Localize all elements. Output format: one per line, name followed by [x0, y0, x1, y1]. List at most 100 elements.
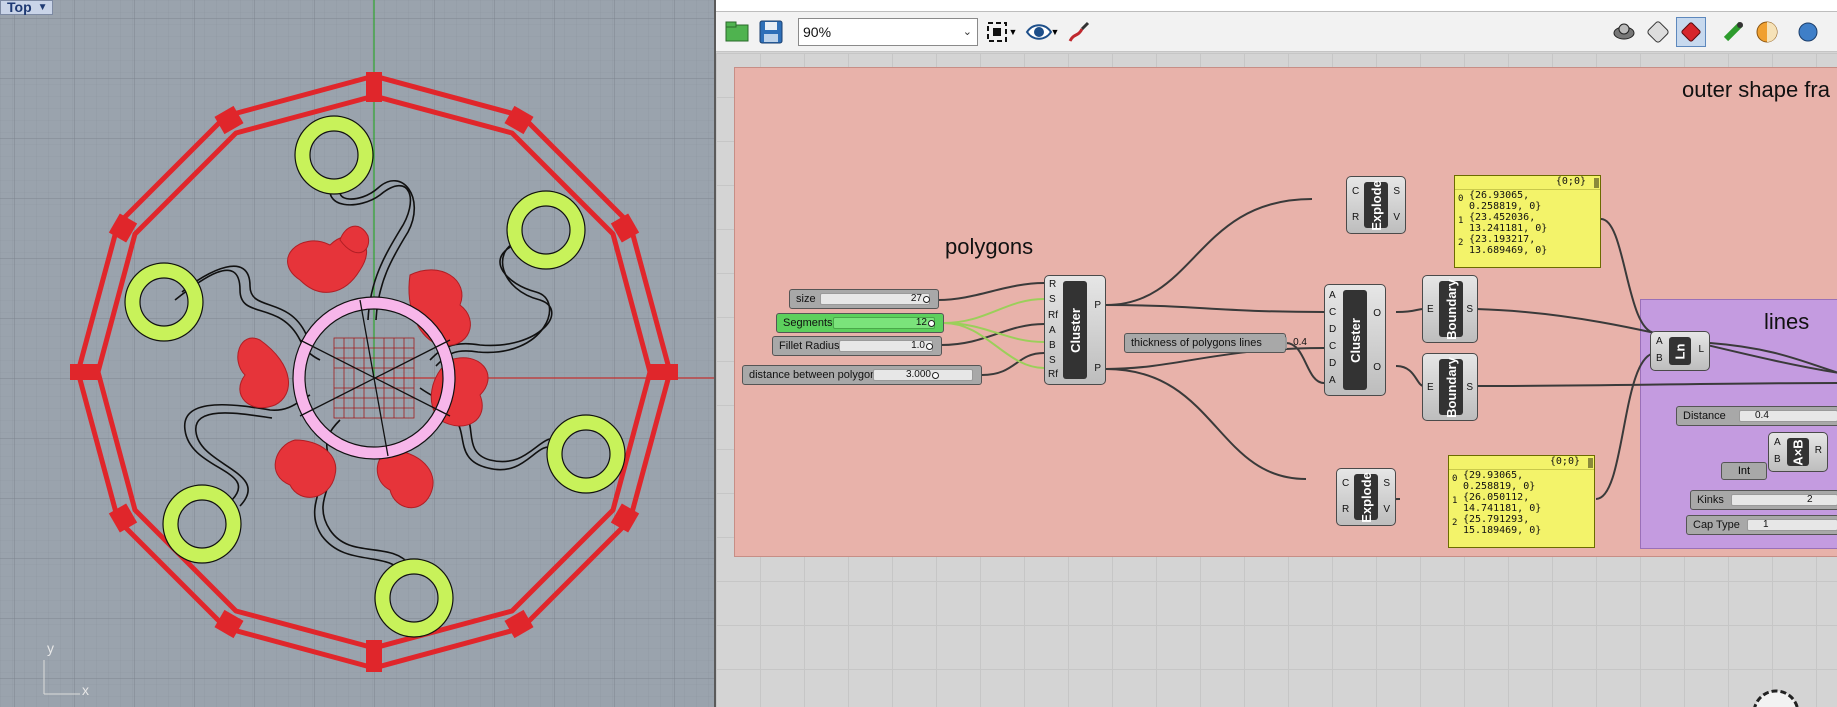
- cluster1-input-s2[interactable]: S: [1049, 356, 1056, 366]
- panel2-row-1-text: {26.050112, 14.741181, 0}: [1463, 492, 1542, 514]
- data-panel-2[interactable]: {0;0} 0 {29.93065, 0.258819, 0} 1 {26.0501…: [1448, 455, 1595, 548]
- gh-toolbar: 90% ⌄ ▼ ▼: [716, 12, 1837, 52]
- cross-input-b[interactable]: B: [1774, 455, 1781, 465]
- panel1-row-0: 0 {26.93065, 0.258819, 0}: [1455, 190, 1600, 212]
- explode2-name: Explode: [1358, 471, 1374, 523]
- viewport-label[interactable]: Top ▼: [0, 0, 53, 15]
- boundary1-input-e[interactable]: E: [1427, 305, 1434, 315]
- slider-distance-between-polygons[interactable]: distance between polygons 3.000: [742, 365, 982, 385]
- zoom-select[interactable]: 90% ⌄: [798, 18, 978, 46]
- explode1-name: Explode: [1368, 179, 1384, 231]
- line-component[interactable]: Ln A B L: [1650, 331, 1710, 371]
- slider-size-label: size: [796, 293, 816, 305]
- slider-cap-type[interactable]: Cap Type 1: [1686, 515, 1837, 535]
- boundary2-name: Boundary: [1443, 356, 1459, 418]
- axis-y-label: y: [47, 640, 54, 656]
- cluster2-input-a[interactable]: A: [1329, 291, 1336, 301]
- int-param[interactable]: Int: [1721, 462, 1767, 480]
- bake-icon[interactable]: [1719, 17, 1749, 47]
- panel1-row-2-text: {23.193217, 13.689469, 0}: [1469, 234, 1548, 256]
- material-ball-icon[interactable]: [1752, 17, 1782, 47]
- rhino-top-viewport[interactable]: Top ▼ y x: [0, 0, 714, 707]
- cluster1-input-b[interactable]: B: [1049, 341, 1056, 351]
- slider-fillet-label: Fillet Radius: [779, 340, 840, 352]
- preview-wire-icon[interactable]: [1643, 17, 1673, 47]
- cluster2-input-c2[interactable]: C: [1329, 342, 1336, 352]
- boundary2-output-s[interactable]: S: [1466, 383, 1473, 393]
- cluster2-input-d2[interactable]: D: [1329, 359, 1336, 369]
- canvas-navigator-icon[interactable]: [1746, 683, 1806, 707]
- cluster2-input-d[interactable]: D: [1329, 325, 1336, 335]
- cluster1-input-rf[interactable]: Rf: [1048, 311, 1058, 321]
- viewport-menu-caret-icon[interactable]: ▼: [38, 1, 48, 14]
- explode1-input-c[interactable]: C: [1352, 187, 1359, 197]
- slider-segments[interactable]: Segments 12: [776, 313, 944, 333]
- cluster1-input-r[interactable]: R: [1049, 280, 1056, 290]
- cluster1-output-p2[interactable]: P: [1094, 364, 1101, 374]
- cluster1-output-p1[interactable]: P: [1094, 301, 1101, 311]
- slider-segments-knob[interactable]: [928, 320, 935, 327]
- zoom-value: 90%: [803, 24, 832, 40]
- cluster1-input-a[interactable]: A: [1049, 326, 1056, 336]
- preview-selected-icon[interactable]: [1676, 17, 1706, 47]
- line-output-l[interactable]: L: [1698, 345, 1704, 355]
- slider-thickness[interactable]: thickness of polygons lines 0.4: [1124, 333, 1307, 353]
- explode2-output-v[interactable]: V: [1383, 505, 1390, 515]
- app-window: Top ▼ y x 90% ⌄ ▼ ▼ polygons outer shape…: [0, 0, 1837, 707]
- cluster-component-1[interactable]: Cluster R S Rf A B S Rf P P: [1044, 275, 1106, 385]
- cluster2-name: Cluster: [1347, 317, 1363, 363]
- cluster2-input-a2[interactable]: A: [1329, 376, 1336, 386]
- slider-size[interactable]: size 27: [789, 289, 939, 309]
- cross-input-a[interactable]: A: [1774, 438, 1781, 448]
- save-file-icon[interactable]: [756, 17, 786, 47]
- line-input-b[interactable]: B: [1656, 354, 1663, 364]
- sphere-preview-icon[interactable]: [1793, 17, 1823, 47]
- slider-distance-polygons-label: distance between polygons: [749, 369, 882, 381]
- slider-thickness-label: thickness of polygons lines: [1131, 337, 1262, 349]
- explode1-input-r[interactable]: R: [1352, 213, 1359, 223]
- boundary-component-2[interactable]: Boundary E S: [1422, 353, 1478, 421]
- zoom-menu-caret-icon[interactable]: ▼: [1006, 17, 1020, 47]
- slider-fillet-knob[interactable]: [926, 343, 933, 350]
- boundary1-name: Boundary: [1443, 278, 1459, 340]
- cluster-component-2[interactable]: Cluster A C D C D A O O: [1324, 284, 1386, 396]
- line-input-a[interactable]: A: [1656, 337, 1663, 347]
- cross-product-component[interactable]: A×B A B R: [1768, 432, 1828, 472]
- explode-component-1[interactable]: Explode C R S V: [1346, 176, 1406, 234]
- panel1-scroll-handle[interactable]: [1594, 178, 1599, 188]
- slider-distance-polygons-value: 3.000: [905, 369, 931, 380]
- explode1-output-v[interactable]: V: [1393, 213, 1400, 223]
- cross-output-r[interactable]: R: [1815, 446, 1822, 456]
- slider-size-knob[interactable]: [923, 296, 930, 303]
- slider-fillet-radius[interactable]: Fillet Radius 1.0: [772, 336, 942, 356]
- explode2-output-s[interactable]: S: [1383, 479, 1390, 489]
- open-file-icon[interactable]: [722, 17, 752, 47]
- slider-kinks[interactable]: Kinks 2: [1690, 490, 1837, 510]
- preview-shaded-icon[interactable]: [1609, 17, 1639, 47]
- data-panel-1[interactable]: {0;0} 0 {26.93065, 0.258819, 0} 1 {23.4520…: [1454, 175, 1601, 268]
- boundary-component-1[interactable]: Boundary E S: [1422, 275, 1478, 343]
- slider-kinks-label: Kinks: [1697, 494, 1724, 506]
- slider-segments-value: 12: [915, 317, 927, 328]
- cluster2-output-o1[interactable]: O: [1373, 309, 1381, 319]
- slider-distance-polygons-knob[interactable]: [932, 372, 939, 379]
- cluster1-input-s[interactable]: S: [1049, 295, 1056, 305]
- boundary2-input-e[interactable]: E: [1427, 383, 1434, 393]
- explode2-input-c[interactable]: C: [1342, 479, 1349, 489]
- panel2-scroll-handle[interactable]: [1588, 458, 1593, 468]
- gh-canvas[interactable]: polygons outer shape fra lines size 27 S…: [716, 53, 1837, 707]
- cluster1-input-rf2[interactable]: Rf: [1048, 370, 1058, 380]
- panel2-row-2-idx: 2: [1452, 518, 1458, 528]
- explode2-input-r[interactable]: R: [1342, 505, 1349, 515]
- panel2-row-0: 0 {29.93065, 0.258819, 0}: [1449, 470, 1594, 492]
- cluster1-name: Cluster: [1067, 307, 1083, 353]
- slider-distance[interactable]: Distance 0.4: [1676, 406, 1837, 426]
- cluster2-input-c[interactable]: C: [1329, 308, 1336, 318]
- boundary1-output-s[interactable]: S: [1466, 305, 1473, 315]
- explode-component-2[interactable]: Explode C R S V: [1336, 468, 1396, 526]
- explode1-output-s[interactable]: S: [1393, 187, 1400, 197]
- sketch-pen-icon[interactable]: [1064, 17, 1094, 47]
- cluster2-output-o2[interactable]: O: [1373, 363, 1381, 373]
- slider-distance-label: Distance: [1683, 410, 1726, 422]
- preview-menu-caret-icon[interactable]: ▼: [1048, 17, 1062, 47]
